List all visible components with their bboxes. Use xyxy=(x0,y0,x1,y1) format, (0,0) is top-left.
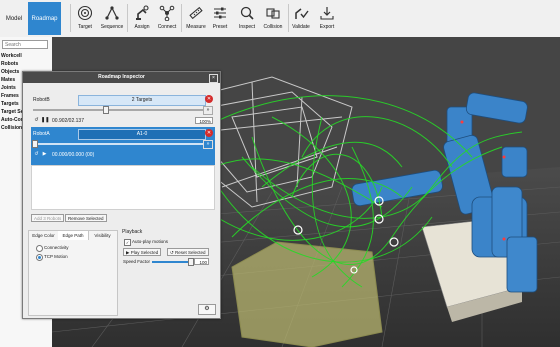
validate-icon xyxy=(295,8,309,19)
robot-timeline-slider[interactable] xyxy=(33,143,203,145)
inspect-label: Inspect xyxy=(238,24,256,30)
assign-button[interactable]: Assign xyxy=(128,3,156,35)
yellow-part xyxy=(231,241,383,347)
radio-connectivity[interactable] xyxy=(36,245,43,252)
robot-targets-field[interactable]: 2 Targets xyxy=(78,95,206,106)
tab-model[interactable]: Model xyxy=(3,2,25,35)
auto-play-checkbox[interactable]: ✓ xyxy=(124,239,131,246)
robot-name: RobotB xyxy=(33,97,50,103)
connect-button[interactable]: Connect xyxy=(153,3,181,35)
play-selected-button[interactable]: ▶ Play Selected xyxy=(123,248,162,256)
preset-icon xyxy=(214,7,226,19)
timecode: 00.000/00.000 (00) xyxy=(52,152,95,158)
robot-row-robota[interactable]: RobotA A1-0 ✕ » ↺ ▶ 00.000/00.000 (00) xyxy=(31,127,215,165)
robot-targets-field[interactable]: A1-0 xyxy=(78,129,206,140)
sequence-button[interactable]: Sequence xyxy=(98,3,126,35)
tab-visibility[interactable]: Visibility xyxy=(88,231,117,240)
timeline-expand-button[interactable]: » xyxy=(203,140,213,149)
remove-robot-icon[interactable]: ✕ xyxy=(205,95,213,103)
reset-selected-button[interactable]: ↺ Reset Selected xyxy=(167,248,209,256)
remove-selected-button[interactable]: Remove Selected xyxy=(65,214,107,222)
tab-edge-path[interactable]: Edge Path xyxy=(58,231,89,240)
validate-label: Validate xyxy=(292,24,310,30)
speed-factor-slider[interactable] xyxy=(152,261,190,263)
dialog-title: Roadmap Inspector xyxy=(23,72,220,83)
playback-heading: Playback xyxy=(122,229,143,235)
connect-label: Connect xyxy=(157,24,177,30)
timeline-expand-button[interactable]: » xyxy=(203,106,213,115)
radio-connectivity-label: Connectivity xyxy=(44,245,69,250)
measure-label: Measure xyxy=(186,24,206,30)
sequence-label: Sequence xyxy=(100,24,124,30)
target-button[interactable]: Target xyxy=(71,3,99,35)
target-label: Target xyxy=(78,24,92,30)
validate-button[interactable]: Validate xyxy=(287,3,315,35)
edge-options-panel: Edge Color Edge Path Visibility Connecti… xyxy=(28,230,118,316)
tree-item-collision[interactable]: Collision xyxy=(1,125,22,131)
collision-button[interactable]: Collision xyxy=(259,3,287,35)
connect-icon xyxy=(159,5,175,21)
radio-tcp-motion[interactable] xyxy=(36,254,43,261)
tab-edge-color[interactable]: Edge Color xyxy=(29,231,59,240)
export-icon xyxy=(320,7,334,20)
timeline-handle[interactable] xyxy=(103,106,109,114)
tree-item-objects[interactable]: Objects xyxy=(1,69,19,75)
remove-robot-icon[interactable]: ✕ xyxy=(205,129,213,137)
tree-item-mates[interactable]: Mates xyxy=(1,77,15,83)
assign-icon xyxy=(136,5,149,20)
collision-icon xyxy=(266,8,280,19)
reset-selected-label: Reset Selected xyxy=(175,250,206,255)
tree-item-joints[interactable]: Joints xyxy=(1,85,16,91)
robot-list-empty-area xyxy=(31,165,215,210)
inspect-icon xyxy=(240,6,254,20)
robot-timeline-slider[interactable] xyxy=(33,109,203,111)
tab-roadmap[interactable]: Roadmap xyxy=(28,2,61,35)
playback-panel: Playback ✓ Auto-play motions ▶ Play Sele… xyxy=(120,227,214,287)
main-toolbar: Model Roadmap Target Sequence Assign Con… xyxy=(0,0,560,38)
target-icon xyxy=(77,5,93,21)
measure-icon xyxy=(189,6,203,20)
preset-button[interactable]: Preset xyxy=(206,3,234,35)
export-button[interactable]: Export xyxy=(313,3,341,35)
speed-factor-label: Speed Factor xyxy=(123,259,151,264)
speed-factor-input[interactable]: 100 xyxy=(194,258,209,265)
timeline-handle[interactable] xyxy=(32,140,38,148)
tree-item-frames[interactable]: Frames xyxy=(1,93,19,99)
play-selected-label: Play Selected xyxy=(130,250,159,255)
roadmap-inspector-dialog: Roadmap Inspector × RobotB 2 Targets ✕ »… xyxy=(22,71,221,319)
timecode: 00.902/02.137 xyxy=(52,118,84,124)
export-label: Export xyxy=(319,24,335,30)
dialog-close-button[interactable]: × xyxy=(209,74,218,83)
reset-icon[interactable]: ↺ xyxy=(33,117,40,124)
pause-icon[interactable]: ❚❚ xyxy=(41,117,49,124)
assign-label: Assign xyxy=(134,24,150,30)
tree-item-robots[interactable]: Robots xyxy=(1,61,18,67)
collision-label: Collision xyxy=(263,24,283,30)
tree-item-targets[interactable]: Targets xyxy=(1,101,19,107)
tree-item-target-sequences[interactable]: Target Se xyxy=(1,109,23,115)
reset-icon[interactable]: ↺ xyxy=(33,151,40,158)
play-icon[interactable]: ▶ xyxy=(41,151,48,158)
settings-icon[interactable]: ⚙ xyxy=(198,304,216,315)
radio-tcp-motion-label: TCP Motion xyxy=(44,254,68,259)
add-robots-button[interactable]: Add 3 Robots xyxy=(31,214,65,222)
auto-play-label: Auto-play motions xyxy=(132,239,169,244)
tree-item-auto-connect[interactable]: Auto-Con xyxy=(1,117,24,123)
robot-name: RobotA xyxy=(33,131,50,137)
search-input[interactable] xyxy=(2,40,48,49)
robot-speed-percent[interactable]: 100% xyxy=(195,117,213,124)
sequence-icon xyxy=(105,6,119,20)
inspect-button[interactable]: Inspect xyxy=(233,3,261,35)
tree-item-workcell[interactable]: Workcell xyxy=(1,53,22,59)
preset-label: Preset xyxy=(212,24,228,30)
